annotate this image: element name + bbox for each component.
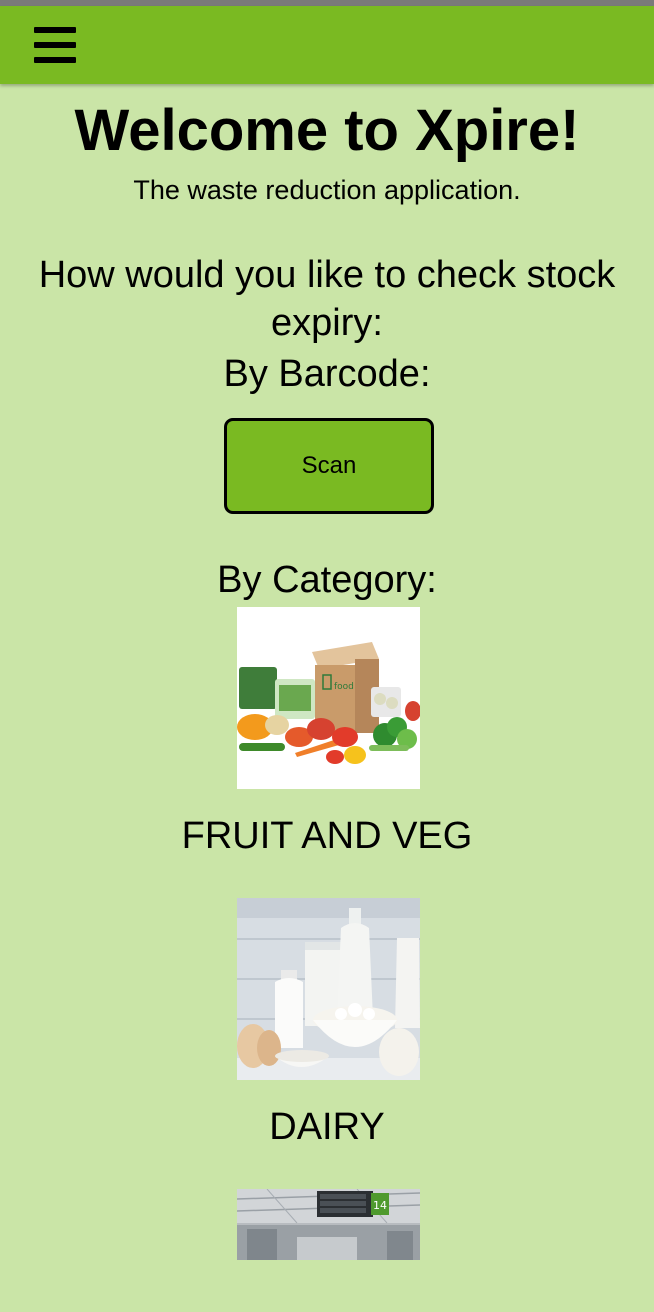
menu-line xyxy=(34,42,76,48)
by-category-heading: By Category: xyxy=(217,559,437,601)
hamburger-menu-icon[interactable] xyxy=(34,27,76,63)
dairy-products-image[interactable] xyxy=(237,898,420,1080)
page-title: Welcome to Xpire! xyxy=(74,98,580,163)
scan-button[interactable]: Scan xyxy=(224,418,434,514)
check-method-question: How would you like to check stock expiry… xyxy=(38,254,616,344)
app-bar xyxy=(0,6,654,84)
svg-text:food: food xyxy=(334,682,354,692)
supermarket-aisle-image[interactable]: 14 xyxy=(237,1189,420,1260)
category-label-fruit-and-veg[interactable]: FRUIT AND VEG xyxy=(0,812,654,860)
by-barcode-heading: By Barcode: xyxy=(223,353,431,395)
fruit-veg-foodbox-image[interactable]: food xyxy=(237,607,420,789)
aisle-sign-number: 14 xyxy=(373,1199,387,1212)
category-label-dairy[interactable]: DAIRY xyxy=(0,1103,654,1151)
page-subtitle: The waste reduction application. xyxy=(133,175,521,205)
menu-line xyxy=(34,27,76,33)
menu-line xyxy=(34,57,76,63)
